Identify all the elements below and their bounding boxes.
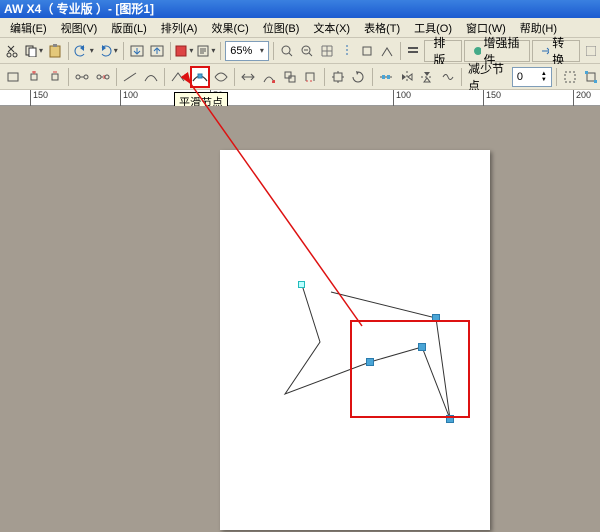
separator	[461, 68, 462, 86]
close-curve-icon[interactable]	[301, 66, 320, 88]
reflect-v-icon[interactable]	[418, 66, 437, 88]
separator	[123, 42, 124, 60]
menu-text[interactable]: 文本(X)	[307, 18, 356, 38]
snap-object-icon[interactable]	[358, 40, 376, 62]
reduce-nodes-spinner[interactable]: 0 ▲ ▼	[512, 67, 552, 87]
titlebar: AW X4（ 专业版 ）- [图形1]	[0, 0, 600, 18]
redo-icon[interactable]	[97, 40, 119, 62]
menu-bitmap[interactable]: 位图(B)	[257, 18, 306, 38]
ruler-tick: 200	[573, 90, 591, 106]
snap-dynamic-icon[interactable]	[378, 40, 396, 62]
bbox-icon[interactable]	[581, 66, 600, 88]
symmetric-node-icon[interactable]	[212, 66, 231, 88]
separator	[234, 68, 235, 86]
welcome-icon[interactable]	[196, 40, 216, 62]
ruler-tick: 100	[393, 90, 411, 106]
cusp-node-icon[interactable]	[169, 66, 188, 88]
extend-curve-icon[interactable]	[260, 66, 279, 88]
separator	[68, 68, 69, 86]
smooth-node-button[interactable]	[190, 66, 210, 88]
ruler-horizontal: 150 100 50 100 150 200	[0, 90, 600, 106]
separator	[220, 42, 221, 60]
separator	[372, 68, 373, 86]
elastic-mode-icon[interactable]	[439, 66, 458, 88]
canvas-workspace[interactable]	[0, 106, 600, 532]
enhance-plugin-button[interactable]: 增强插件	[464, 40, 531, 62]
reflect-h-icon[interactable]	[397, 66, 416, 88]
app-title: AW X4（ 专业版 ）- [图形1]	[4, 2, 154, 16]
snap-guide-icon[interactable]	[338, 40, 356, 62]
cut-icon[interactable]	[4, 40, 22, 62]
annotation-selection-rect	[350, 320, 470, 418]
toolbar-main: 65% ▾ 排版 增强插件 转换	[0, 38, 600, 64]
zoom-out-icon[interactable]	[298, 40, 316, 62]
separator	[164, 68, 165, 86]
menu-layout[interactable]: 版面(L)	[105, 18, 152, 38]
break-nodes-icon[interactable]	[93, 66, 112, 88]
copy-icon[interactable]	[24, 40, 44, 62]
zoom-level[interactable]: 65% ▾	[225, 41, 269, 61]
select-all-nodes-icon[interactable]	[561, 66, 580, 88]
convert-button[interactable]: 转换	[532, 40, 580, 62]
paste-icon[interactable]	[46, 40, 64, 62]
extract-subpath-icon[interactable]	[280, 66, 299, 88]
zoom-in-icon[interactable]	[278, 40, 296, 62]
menu-effects[interactable]: 效果(C)	[205, 18, 254, 38]
separator	[68, 42, 69, 60]
snap-grid-icon[interactable]	[318, 40, 336, 62]
shape-rect-icon[interactable]	[4, 66, 23, 88]
stretch-nodes-icon[interactable]	[328, 66, 347, 88]
reduce-nodes-label: 减少节点	[466, 60, 510, 94]
zoom-value: 65%	[230, 45, 252, 57]
reduce-nodes-value: 0	[517, 71, 523, 83]
path-start-node[interactable]	[298, 281, 305, 288]
join-nodes-icon[interactable]	[73, 66, 92, 88]
menu-arrange[interactable]: 排列(A)	[155, 18, 204, 38]
close-extra-icon[interactable]	[582, 40, 600, 62]
import-icon[interactable]	[128, 40, 146, 62]
toolbar-property: 减少节点 0 ▲ ▼	[0, 64, 600, 90]
ruler-tick: 150	[30, 90, 48, 106]
menu-view[interactable]: 视图(V)	[55, 18, 104, 38]
ruler-tick: 100	[120, 90, 138, 106]
separator	[170, 42, 171, 60]
launcher-icon[interactable]	[174, 40, 194, 62]
separator	[324, 68, 325, 86]
menu-edit[interactable]: 编辑(E)	[4, 18, 53, 38]
line-segment-icon[interactable]	[121, 66, 140, 88]
export-icon[interactable]	[148, 40, 166, 62]
layout-plugin-button[interactable]: 排版	[424, 40, 461, 62]
remove-node-icon[interactable]	[45, 66, 64, 88]
curve-segment-icon[interactable]	[142, 66, 161, 88]
dropdown-icon: ▾	[260, 46, 264, 55]
align-nodes-icon[interactable]	[377, 66, 396, 88]
menu-table[interactable]: 表格(T)	[358, 18, 406, 38]
reverse-dir-icon[interactable]	[239, 66, 258, 88]
separator	[556, 68, 557, 86]
separator	[400, 42, 401, 60]
separator	[273, 42, 274, 60]
rotate-nodes-icon[interactable]	[349, 66, 368, 88]
undo-icon[interactable]	[73, 40, 95, 62]
options-icon[interactable]	[404, 40, 422, 62]
add-node-icon[interactable]	[25, 66, 44, 88]
ruler-tick: 150	[483, 90, 501, 106]
separator	[116, 68, 117, 86]
spinner-down-icon[interactable]: ▼	[541, 77, 547, 83]
